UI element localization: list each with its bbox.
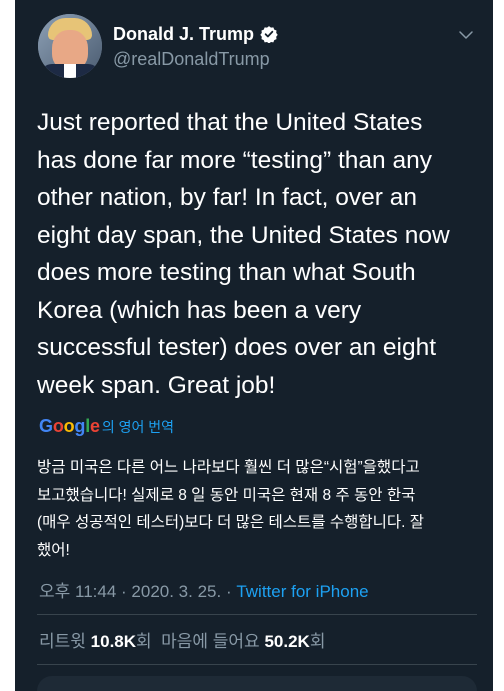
divider xyxy=(37,664,477,665)
likes-count: 50.2K xyxy=(264,632,310,651)
tweet-stats: 리트윗 10.8K회 마음에 들어요 50.2K회 xyxy=(39,627,325,652)
google-logo-letter: e xyxy=(90,416,100,436)
meta-separator: · xyxy=(116,582,132,601)
author-name-row[interactable]: Donald J. Trump xyxy=(113,22,278,46)
tweet-card: Donald J. Trump @realDonaldTrump Just re… xyxy=(15,0,493,691)
google-logo: Google xyxy=(39,416,100,437)
retweets-count: 10.8K xyxy=(90,632,137,651)
retweets-unit: 회 xyxy=(136,632,152,651)
google-logo-letter: o xyxy=(63,416,75,436)
translate-label[interactable]: 의 영어 번역 xyxy=(102,417,174,437)
likes-label: 마음에 들어요 xyxy=(161,632,260,651)
google-logo-letter: g xyxy=(74,416,86,436)
author-name[interactable]: Donald J. Trump xyxy=(113,24,254,45)
likes-unit: 회 xyxy=(309,632,326,651)
action-bar[interactable] xyxy=(37,676,477,691)
retweets-label: 리트윗 xyxy=(39,632,86,651)
tweet-time[interactable]: 오후 11:44 xyxy=(39,582,116,601)
translated-text: 방금 미국은 다른 어느 나라보다 훨씬 더 많은“시험”을했다고 보고했습니다… xyxy=(37,459,425,559)
divider xyxy=(37,614,477,615)
verified-badge-icon xyxy=(260,26,278,43)
author-handle[interactable]: @realDonaldTrump xyxy=(113,49,270,70)
tweet-date[interactable]: 2020. 3. 25. xyxy=(131,582,221,601)
google-logo-letter: G xyxy=(39,416,53,436)
translate-row[interactable]: Google 의 영어 번역 xyxy=(39,416,174,437)
avatar[interactable] xyxy=(38,14,102,78)
likes-stat[interactable]: 마음에 들어요 50.2K회 xyxy=(161,632,325,651)
google-logo-letter: o xyxy=(52,416,64,436)
tweet-header: Donald J. Trump @realDonaldTrump xyxy=(15,0,493,90)
tweet-text: Just reported that the United States has… xyxy=(37,109,450,399)
retweets-stat[interactable]: 리트윗 10.8K회 xyxy=(39,632,152,651)
tweet-source-link[interactable]: Twitter for iPhone xyxy=(236,582,368,601)
tweet-meta: 오후 11:44 · 2020. 3. 25. · Twitter for iP… xyxy=(39,577,369,602)
meta-separator: · xyxy=(221,582,237,601)
chevron-down-icon[interactable] xyxy=(457,26,475,44)
